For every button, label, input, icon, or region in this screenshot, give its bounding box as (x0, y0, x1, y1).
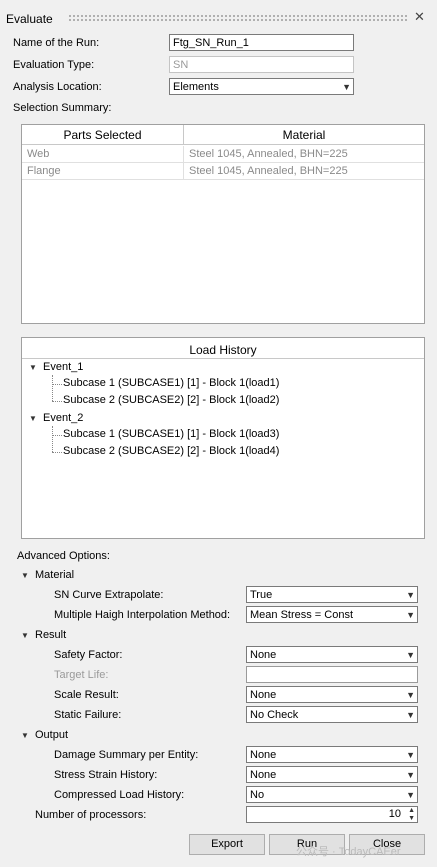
safety-factor-label: Safety Factor: (54, 649, 123, 661)
load-history-header: Load History (22, 338, 424, 359)
sn-extrapolate-select[interactable]: True ▼ (246, 586, 418, 603)
material-cell: Steel 1045, Annealed, BHN=225 (189, 148, 348, 160)
parts-table-header: Parts Selected Material (22, 125, 424, 145)
tree-subcase[interactable]: Subcase 2 (SUBCASE2) [2] - Block 1(load2… (63, 394, 279, 406)
stress-strain-value: None (250, 769, 277, 781)
expand-triangle-icon[interactable]: ▼ (29, 363, 37, 372)
static-failure-label: Static Failure: (54, 709, 122, 721)
material-group-label[interactable]: Material (35, 569, 74, 581)
eval-type-field: SN (169, 56, 354, 73)
tree-connector (52, 452, 62, 453)
tree-connector (52, 384, 62, 385)
result-group-label[interactable]: Result (35, 629, 66, 641)
processors-spinbox[interactable]: 10 ▲ ▼ (246, 806, 418, 823)
damage-summary-value: None (250, 749, 277, 761)
material-cell: Steel 1045, Annealed, BHN=225 (189, 165, 348, 177)
run-name-label: Name of the Run: (13, 37, 100, 49)
stress-strain-label: Stress Strain History: (54, 769, 158, 781)
scale-result-value: None (250, 689, 277, 701)
tree-connector (52, 435, 62, 436)
run-name-input[interactable]: Ftg_SN_Run_1 (169, 34, 354, 51)
watermark: 公众号 · TodayCAEer (296, 846, 401, 858)
tree-subcase[interactable]: Subcase 1 (SUBCASE1) [1] - Block 1(load3… (63, 428, 279, 440)
stress-strain-select[interactable]: None ▼ (246, 766, 418, 783)
haigh-method-select[interactable]: Mean Stress = Const ▼ (246, 606, 418, 623)
safety-factor-value: None (250, 649, 277, 661)
analysis-location-label: Analysis Location: (13, 81, 102, 93)
haigh-method-value: Mean Stress = Const (250, 609, 354, 621)
part-name-cell: Flange (22, 163, 184, 180)
selection-summary-label: Selection Summary: (13, 102, 112, 114)
parts-table[interactable]: Parts Selected Material Web Steel 1045, … (21, 124, 425, 324)
tree-connector (52, 375, 53, 401)
chevron-down-icon: ▼ (406, 590, 415, 600)
compressed-history-select[interactable]: No ▼ (246, 786, 418, 803)
drag-grip[interactable] (68, 14, 408, 22)
processors-value: 10 (388, 808, 401, 820)
tree-subcase[interactable]: Subcase 1 (SUBCASE1) [1] - Block 1(load1… (63, 377, 279, 389)
chevron-down-icon: ▼ (406, 750, 415, 760)
tree-connector (52, 426, 53, 452)
spin-up-icon[interactable]: ▲ (408, 807, 415, 814)
chevron-down-icon: ▼ (406, 650, 415, 660)
table-row[interactable]: Web Steel 1045, Annealed, BHN=225 (22, 146, 424, 163)
scale-result-select[interactable]: None ▼ (246, 686, 418, 703)
spin-down-icon[interactable]: ▼ (408, 815, 415, 822)
chevron-down-icon: ▼ (406, 690, 415, 700)
target-life-label: Target Life: (54, 669, 109, 681)
scale-result-label: Scale Result: (54, 689, 119, 701)
tree-event-1[interactable]: Event_1 (43, 361, 83, 373)
sn-extrapolate-label: SN Curve Extrapolate: (54, 589, 164, 601)
window-title: Evaluate (6, 12, 53, 26)
static-failure-select[interactable]: No Check ▼ (246, 706, 418, 723)
chevron-down-icon: ▼ (406, 710, 415, 720)
load-history-title: Load History (189, 343, 257, 357)
tree-subcase[interactable]: Subcase 2 (SUBCASE2) [2] - Block 1(load4… (63, 445, 279, 457)
analysis-location-value: Elements (173, 81, 219, 93)
expand-triangle-icon[interactable]: ▼ (21, 571, 29, 580)
chevron-down-icon: ▼ (406, 770, 415, 780)
advanced-options-label: Advanced Options: (17, 550, 110, 562)
table-row[interactable]: Flange Steel 1045, Annealed, BHN=225 (22, 163, 424, 180)
chevron-down-icon: ▼ (342, 82, 351, 92)
tree-event-2[interactable]: Event_2 (43, 412, 83, 424)
compressed-history-value: No (250, 789, 265, 801)
haigh-method-label: Multiple Haigh Interpolation Method: (54, 609, 231, 621)
tree-connector (52, 401, 62, 402)
export-button[interactable]: Export (189, 834, 265, 855)
chevron-down-icon: ▼ (406, 790, 415, 800)
damage-summary-label: Damage Summary per Entity: (54, 749, 199, 761)
output-group-label[interactable]: Output (35, 729, 68, 741)
expand-triangle-icon[interactable]: ▼ (21, 631, 29, 640)
expand-triangle-icon[interactable]: ▼ (21, 731, 29, 740)
static-failure-value: No Check (250, 709, 299, 721)
close-icon[interactable]: ✕ (414, 9, 425, 25)
compressed-history-label: Compressed Load History: (54, 789, 185, 801)
processors-label: Number of processors: (35, 809, 147, 821)
column-parts-selected[interactable]: Parts Selected (22, 125, 184, 145)
expand-triangle-icon[interactable]: ▼ (29, 414, 37, 423)
sn-extrapolate-value: True (250, 589, 273, 601)
safety-factor-select[interactable]: None ▼ (246, 646, 418, 663)
part-name-cell: Web (22, 146, 184, 163)
damage-summary-select[interactable]: None ▼ (246, 746, 418, 763)
chevron-down-icon: ▼ (406, 610, 415, 620)
analysis-location-select[interactable]: Elements ▼ (169, 78, 354, 95)
target-life-input (246, 666, 418, 683)
eval-type-label: Evaluation Type: (13, 59, 95, 71)
column-material[interactable]: Material (184, 125, 424, 145)
